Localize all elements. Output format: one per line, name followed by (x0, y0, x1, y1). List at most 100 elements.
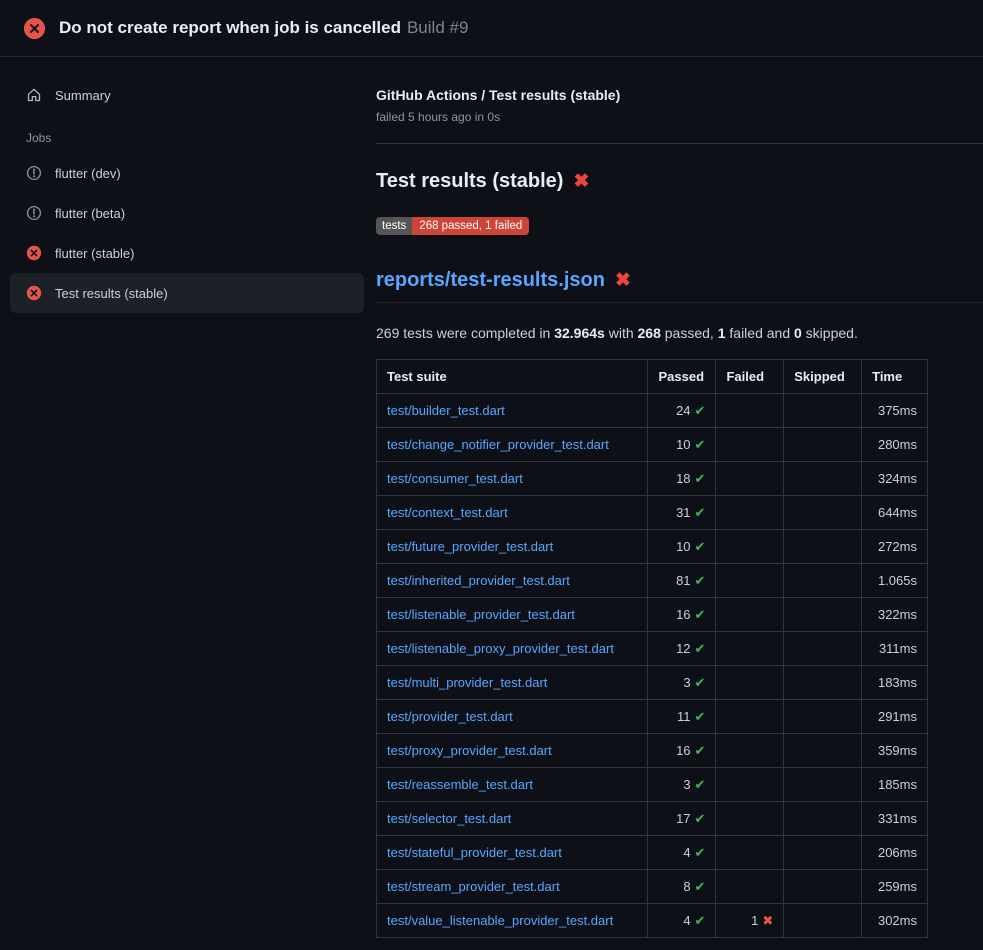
sidebar-item-test-results-stable[interactable]: Test results (stable) (10, 273, 364, 313)
table-row: test/multi_provider_test.dart 3✔ 183ms (377, 666, 928, 700)
skipped-count (784, 904, 862, 938)
time-value: 185ms (862, 768, 928, 802)
passed-count: 11 (677, 709, 691, 724)
sidebar-item-flutter-beta[interactable]: flutter (beta) (10, 193, 364, 233)
tests-badge: tests 268 passed, 1 failed (376, 217, 529, 235)
sidebar-item-flutter-stable[interactable]: flutter (stable) (10, 233, 364, 273)
report-link[interactable]: reports/test-results.json (376, 269, 605, 292)
page-header: Do not create report when job is cancell… (0, 0, 983, 57)
summary-failed-count: 1 (718, 325, 726, 341)
summary-duration: 32.964s (554, 325, 605, 341)
time-value: 183ms (862, 666, 928, 700)
summary-text: failed and (726, 325, 795, 341)
jobs-section-label: Jobs (10, 131, 364, 145)
table-row: test/stateful_provider_test.dart 4✔ 206m… (377, 836, 928, 870)
suite-link[interactable]: test/builder_test.dart (387, 403, 505, 418)
skipped-count (784, 768, 862, 802)
passed-count: 16 (676, 607, 690, 622)
check-icon: ✔ (695, 573, 706, 588)
time-value: 259ms (862, 870, 928, 904)
suite-link[interactable]: test/reassemble_test.dart (387, 777, 533, 792)
suite-link[interactable]: test/proxy_provider_test.dart (387, 743, 552, 758)
check-icon: ✔ (695, 607, 706, 622)
suite-link[interactable]: test/listenable_provider_test.dart (387, 607, 575, 622)
skipped-count (784, 666, 862, 700)
suite-link[interactable]: test/inherited_provider_test.dart (387, 573, 570, 588)
column-header-failed: Failed (716, 360, 784, 394)
sidebar-item-label: Test results (stable) (55, 286, 168, 301)
time-value: 644ms (862, 496, 928, 530)
check-icon: ✔ (695, 641, 706, 656)
time-value: 272ms (862, 530, 928, 564)
passed-count: 17 (676, 811, 690, 826)
suite-link[interactable]: test/future_provider_test.dart (387, 539, 553, 554)
check-icon: ✔ (695, 743, 706, 758)
suite-link[interactable]: test/provider_test.dart (387, 709, 513, 724)
skipped-count (784, 496, 862, 530)
table-row: test/reassemble_test.dart 3✔ 185ms (377, 768, 928, 802)
skipped-count (784, 394, 862, 428)
check-icon: ✔ (695, 471, 706, 486)
summary-passed-count: 268 (638, 325, 661, 341)
passed-count: 31 (676, 505, 690, 520)
home-icon (26, 87, 42, 103)
suite-link[interactable]: test/context_test.dart (387, 505, 508, 520)
summary-text: 269 tests were completed in (376, 325, 554, 341)
suite-link[interactable]: test/multi_provider_test.dart (387, 675, 547, 690)
summary-skipped-count: 0 (794, 325, 802, 341)
passed-count: 4 (683, 913, 690, 928)
passed-count: 10 (676, 539, 690, 554)
section-title: Test results (stable) ✖ (376, 170, 983, 193)
time-value: 291ms (862, 700, 928, 734)
table-row: test/context_test.dart 31 ✔ 644ms (377, 496, 928, 530)
table-row: test/listenable_provider_test.dart 16✔ 3… (377, 598, 928, 632)
sidebar: Summary Jobs flutter (dev) flutter (beta… (0, 57, 376, 313)
column-header-test-suite: Test suite (377, 360, 648, 394)
sidebar-item-summary[interactable]: Summary (10, 75, 364, 115)
badge-value: 268 passed, 1 failed (412, 217, 529, 235)
passed-count: 12 (676, 641, 690, 656)
divider (376, 143, 983, 144)
failed-x-icon: ✖ (615, 271, 631, 290)
time-value: 302ms (862, 904, 928, 938)
check-icon: ✔ (695, 403, 706, 418)
time-value: 311ms (862, 632, 928, 666)
sidebar-item-flutter-dev[interactable]: flutter (dev) (10, 153, 364, 193)
summary-text: with (605, 325, 638, 341)
summary-text: skipped. (802, 325, 858, 341)
passed-count: 81 (676, 573, 690, 588)
time-value: 324ms (862, 462, 928, 496)
time-value: 331ms (862, 802, 928, 836)
check-icon: ✔ (695, 505, 706, 520)
table-row: test/listenable_proxy_provider_test.dart… (377, 632, 928, 666)
time-value: 375ms (862, 394, 928, 428)
sidebar-item-label: flutter (beta) (55, 206, 125, 221)
table-row: test/future_provider_test.dart 10✔ 272ms (377, 530, 928, 564)
build-number: Build #9 (407, 18, 468, 37)
main-content: GitHub Actions / Test results (stable) f… (376, 57, 983, 938)
skipped-count (784, 734, 862, 768)
summary-line: 269 tests were completed in 32.964s with… (376, 325, 983, 341)
passed-count: 4 (683, 845, 690, 860)
suite-link[interactable]: test/consumer_test.dart (387, 471, 523, 486)
report-title: reports/test-results.json ✖ (376, 269, 983, 303)
suite-link[interactable]: test/change_notifier_provider_test.dart (387, 437, 609, 452)
suite-link[interactable]: test/stateful_provider_test.dart (387, 845, 562, 860)
suite-link[interactable]: test/selector_test.dart (387, 811, 511, 826)
suite-link[interactable]: test/listenable_proxy_provider_test.dart (387, 641, 614, 656)
suite-link[interactable]: test/value_listenable_provider_test.dart (387, 913, 613, 928)
table-header-row: Test suite Passed Failed Skipped Time (377, 360, 928, 394)
skipped-count (784, 462, 862, 496)
table-row: test/selector_test.dart 17✔ 331ms (377, 802, 928, 836)
column-header-time: Time (862, 360, 928, 394)
warning-circle-icon (26, 165, 42, 181)
x-icon: ✖ (762, 913, 773, 928)
skipped-count (784, 802, 862, 836)
check-icon: ✔ (695, 845, 706, 860)
table-row: test/value_listenable_provider_test.dart… (377, 904, 928, 938)
suite-link[interactable]: test/stream_provider_test.dart (387, 879, 560, 894)
table-row: test/proxy_provider_test.dart 16✔ 359ms (377, 734, 928, 768)
results-table: Test suite Passed Failed Skipped Time te… (376, 359, 928, 938)
passed-count: 3 (683, 777, 690, 792)
passed-count: 18 (676, 471, 690, 486)
